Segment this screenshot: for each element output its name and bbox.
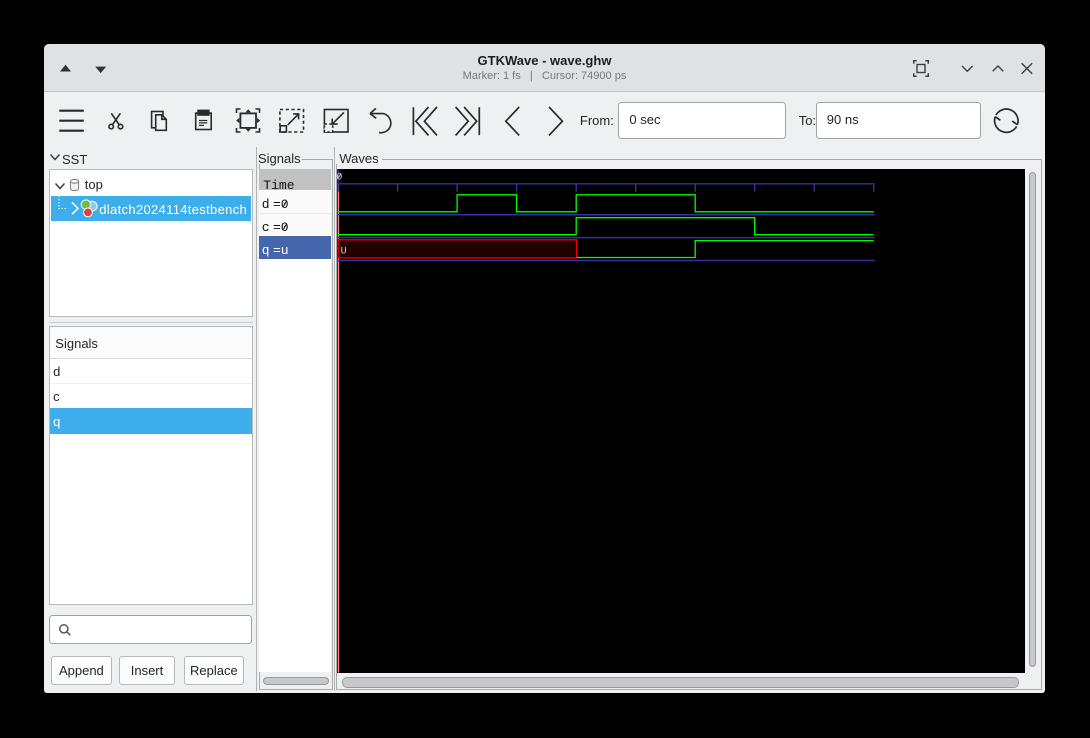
svg-text:To:: To: — [799, 113, 816, 128]
svg-text:U: U — [341, 246, 347, 257]
svg-text:From:: From: — [580, 113, 614, 128]
